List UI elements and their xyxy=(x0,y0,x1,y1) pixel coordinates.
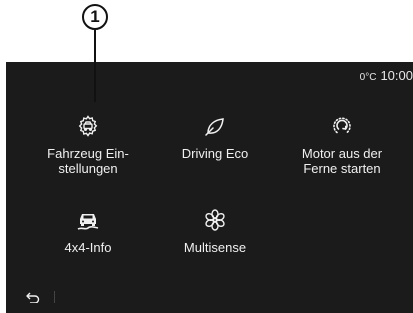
tile-multisense[interactable]: Multisense xyxy=(151,208,279,255)
tile-remote-engine-start[interactable]: Motor aus der Ferne starten xyxy=(278,114,406,176)
tile-vehicle-settings-label: Fahrzeug Ein- stellungen xyxy=(47,146,129,176)
tile-multisense-label: Multisense xyxy=(183,240,247,255)
clock: 10:00 xyxy=(380,68,413,83)
status-bar: 0°C 10:00 xyxy=(360,68,413,83)
tile-driving-eco[interactable]: Driving Eco xyxy=(151,114,279,161)
tile-4x4-info[interactable]: 4x4-Info xyxy=(24,208,152,255)
bottom-divider xyxy=(54,291,55,303)
leaf-icon xyxy=(205,118,224,136)
tile-vehicle-settings[interactable]: Fahrzeug Ein- stellungen xyxy=(24,114,152,176)
back-arrow-icon[interactable] xyxy=(26,291,40,303)
car-terrain-icon xyxy=(77,214,99,230)
multisense-flower-icon xyxy=(205,209,225,231)
vehicle-settings-gear-icon xyxy=(78,115,98,137)
bottom-bar xyxy=(26,291,55,303)
tile-driving-eco-label: Driving Eco xyxy=(181,146,249,161)
callout-leader-line xyxy=(94,30,96,102)
outside-temperature: 0°C xyxy=(359,72,377,83)
callout-number: 1 xyxy=(82,4,108,30)
multimedia-screen: 0°C 10:00 Fahrzeug Ein- stellungen Drivi… xyxy=(6,62,413,313)
remote-engine-start-icon xyxy=(333,117,351,134)
tile-4x4-info-label: 4x4-Info xyxy=(64,240,112,255)
page: 1 0°C 10:00 Fahrzeug Ein- stellungen Dri… xyxy=(0,0,413,313)
tile-remote-engine-start-label: Motor aus der Ferne starten xyxy=(301,146,383,176)
